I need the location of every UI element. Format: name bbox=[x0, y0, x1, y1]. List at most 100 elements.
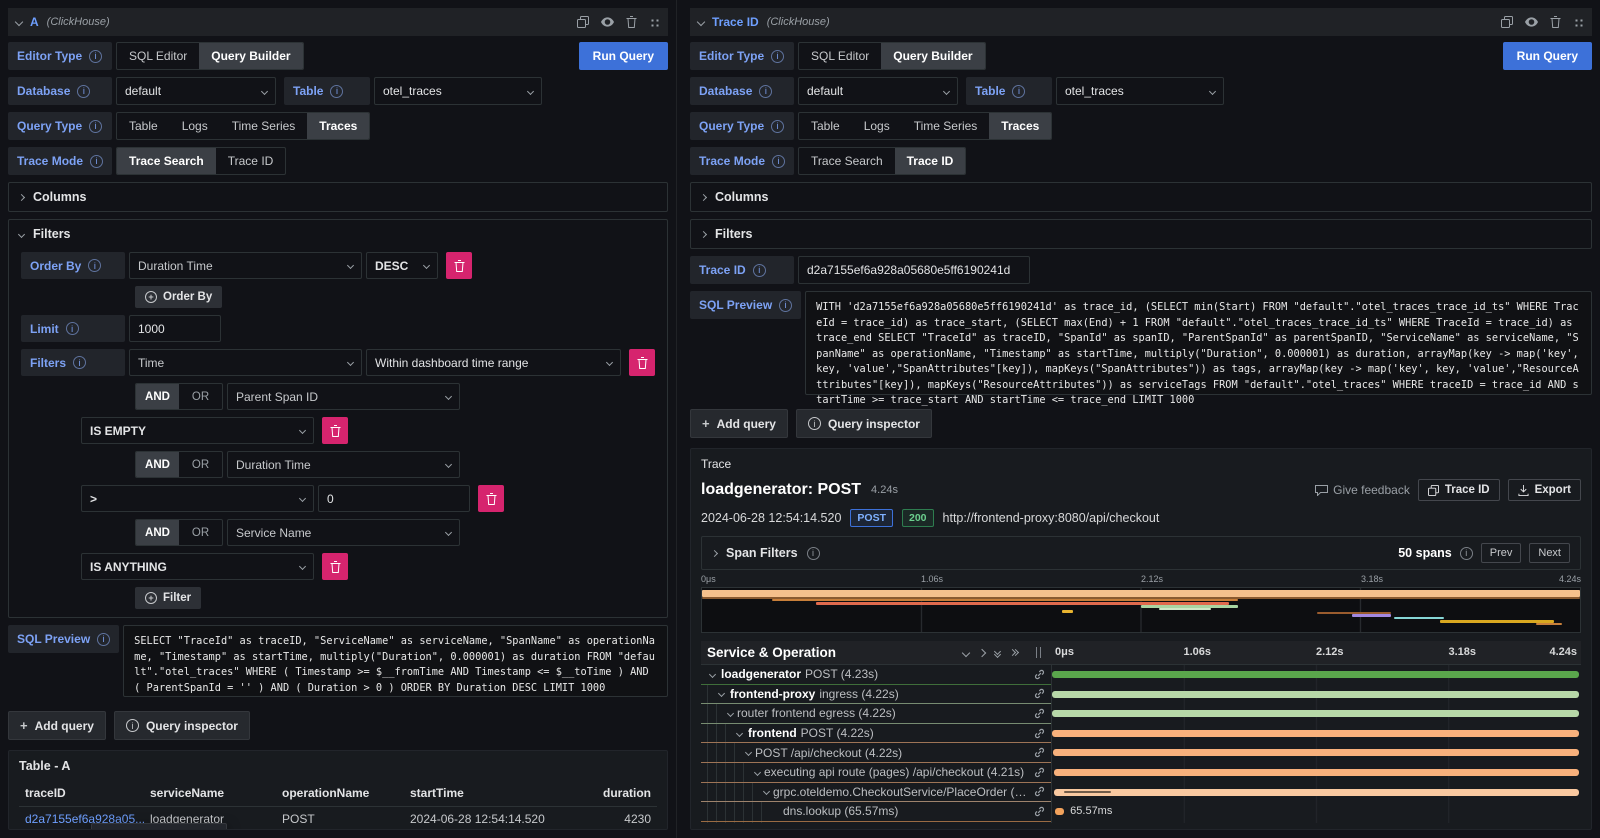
query-builder-option[interactable]: Query Builder bbox=[881, 43, 984, 69]
logic-or[interactable]: OR bbox=[179, 452, 222, 477]
filters-toggle[interactable]: Filters bbox=[701, 226, 1581, 242]
span-name-cell[interactable]: loadgeneratorPOST (4.23s) bbox=[701, 665, 1051, 685]
span-filters-label[interactable]: Span Filters bbox=[726, 546, 798, 560]
info-icon[interactable]: i bbox=[89, 120, 102, 133]
span-row[interactable]: loadgeneratorPOST (4.23s) bbox=[701, 665, 1581, 685]
chevron-down-icon[interactable] bbox=[763, 788, 770, 795]
span-duration-bar[interactable] bbox=[1052, 710, 1579, 717]
filter-operator-select[interactable]: > bbox=[81, 485, 314, 512]
sql-editor-option[interactable]: SQL Editor bbox=[799, 43, 881, 69]
span-name-cell[interactable]: dns.lookup (65.57ms) bbox=[701, 802, 1051, 822]
span-link-icon[interactable] bbox=[1033, 785, 1046, 798]
run-query-button[interactable]: Run Query bbox=[579, 42, 668, 70]
query-type-logs[interactable]: Logs bbox=[170, 113, 220, 139]
query-type-table[interactable]: Table bbox=[117, 113, 170, 139]
logic-and[interactable]: AND bbox=[136, 520, 179, 545]
span-name-cell[interactable]: grpc.oteldemo.CheckoutService/PlaceOrder… bbox=[701, 783, 1051, 803]
filter-operator-select[interactable]: IS EMPTY bbox=[81, 417, 314, 444]
span-link-icon[interactable] bbox=[1033, 746, 1046, 759]
query-type-traces[interactable]: Traces bbox=[307, 113, 369, 139]
info-icon[interactable]: i bbox=[807, 547, 820, 560]
give-feedback-link[interactable]: Give feedback bbox=[1315, 483, 1410, 497]
trace-id-option[interactable]: Trace ID bbox=[216, 148, 286, 174]
columns-toggle[interactable]: Columns bbox=[19, 189, 657, 205]
logic-or[interactable]: OR bbox=[179, 384, 222, 409]
span-duration-bar[interactable] bbox=[1055, 808, 1065, 815]
chevron-down-icon[interactable] bbox=[736, 730, 743, 737]
filter-time-value-select[interactable]: Within dashboard time range bbox=[366, 349, 621, 376]
next-button[interactable]: Next bbox=[1529, 543, 1570, 563]
span-duration-bar[interactable] bbox=[1054, 769, 1580, 776]
trace-search-option[interactable]: Trace Search bbox=[117, 148, 216, 174]
column-resize-handle[interactable] bbox=[1036, 647, 1041, 658]
filter-value-input[interactable] bbox=[318, 485, 470, 512]
eye-icon[interactable] bbox=[1525, 17, 1538, 27]
drag-handle-icon[interactable] bbox=[1573, 17, 1584, 28]
span-name-cell[interactable]: executing api route (pages) /api/checkou… bbox=[701, 763, 1051, 783]
info-icon[interactable]: i bbox=[330, 85, 343, 98]
span-row[interactable]: grpc.oteldemo.CheckoutService/PlaceOrder… bbox=[701, 783, 1581, 803]
span-row[interactable]: dns.lookup (65.57ms)65.57ms bbox=[701, 802, 1581, 822]
span-link-icon[interactable] bbox=[1033, 805, 1046, 818]
span-gantt-cell[interactable] bbox=[1051, 685, 1581, 705]
info-icon[interactable]: i bbox=[73, 356, 86, 369]
order-by-field-select[interactable]: Duration Time bbox=[129, 252, 362, 279]
chevron-down-icon[interactable] bbox=[718, 690, 725, 697]
column-header-serviceName[interactable]: serviceName bbox=[150, 786, 282, 800]
drag-handle-icon[interactable] bbox=[649, 17, 660, 28]
span-link-icon[interactable] bbox=[1033, 707, 1046, 720]
span-row[interactable]: frontend-proxyingress (4.22s) bbox=[701, 685, 1581, 705]
column-header-operationName[interactable]: operationName bbox=[282, 786, 410, 800]
chevron-down-icon[interactable] bbox=[745, 749, 752, 756]
span-gantt-cell[interactable] bbox=[1051, 665, 1581, 685]
info-icon[interactable]: i bbox=[1460, 547, 1473, 560]
limit-input[interactable] bbox=[129, 315, 221, 342]
span-gantt-cell[interactable]: 20.09ms bbox=[1051, 822, 1581, 823]
query-type-timeseries[interactable]: Time Series bbox=[220, 113, 308, 139]
chevron-down-icon[interactable] bbox=[754, 769, 761, 776]
span-link-icon[interactable] bbox=[1033, 727, 1046, 740]
info-icon[interactable]: i bbox=[771, 50, 784, 63]
span-name-cell[interactable]: frontend-proxyingress (4.22s) bbox=[701, 685, 1051, 705]
column-header-startTime[interactable]: startTime bbox=[410, 786, 580, 800]
span-duration-bar[interactable] bbox=[1053, 749, 1579, 756]
span-gantt-cell[interactable] bbox=[1051, 763, 1581, 783]
info-icon[interactable]: i bbox=[1012, 85, 1025, 98]
table-select[interactable]: otel_traces bbox=[374, 77, 542, 105]
chevron-down-icon[interactable] bbox=[709, 671, 716, 678]
collapse-all-icon[interactable] bbox=[995, 649, 1000, 657]
span-gantt-cell[interactable]: 65.57ms bbox=[1051, 802, 1581, 822]
span-link-icon[interactable] bbox=[1033, 668, 1046, 681]
add-filter-button[interactable]: +Filter bbox=[135, 587, 201, 609]
and-or-toggle[interactable]: ANDOR bbox=[135, 519, 223, 546]
column-header-traceID[interactable]: traceID bbox=[25, 786, 150, 800]
expand-one-icon[interactable] bbox=[978, 648, 986, 656]
span-duration-bar[interactable] bbox=[1052, 671, 1579, 678]
trash-icon[interactable] bbox=[626, 16, 637, 28]
and-or-toggle[interactable]: ANDOR bbox=[135, 383, 223, 410]
remove-filter-button[interactable] bbox=[322, 417, 348, 444]
expand-all-icon[interactable] bbox=[1010, 650, 1018, 655]
panel-trace-header[interactable]: Trace ID (ClickHouse) bbox=[690, 8, 1592, 36]
order-by-direction-select[interactable]: DESC bbox=[366, 252, 438, 279]
filter-field-select[interactable]: Service Name bbox=[227, 519, 460, 546]
info-icon[interactable]: i bbox=[771, 120, 784, 133]
span-row[interactable]: router frontend egress (4.22s) bbox=[701, 704, 1581, 724]
span-gantt-cell[interactable] bbox=[1051, 743, 1581, 763]
span-name-cell[interactable]: tcp.connect (20.09ms) bbox=[701, 822, 1051, 823]
prev-button[interactable]: Prev bbox=[1481, 543, 1522, 563]
trace-id-button[interactable]: Trace ID bbox=[1418, 479, 1500, 501]
span-gantt-cell[interactable] bbox=[1051, 783, 1581, 803]
logic-and[interactable]: AND bbox=[136, 384, 179, 409]
collapse-chevron-icon[interactable] bbox=[15, 18, 23, 26]
collapse-one-icon[interactable] bbox=[962, 648, 970, 656]
query-type-logs[interactable]: Logs bbox=[852, 113, 902, 139]
add-order-by-button[interactable]: +Order By bbox=[135, 286, 222, 308]
span-name-cell[interactable]: router frontend egress (4.22s) bbox=[701, 704, 1051, 724]
eye-icon[interactable] bbox=[601, 17, 614, 27]
remove-time-filter-button[interactable] bbox=[629, 349, 655, 376]
span-row[interactable]: executing api route (pages) /api/checkou… bbox=[701, 763, 1581, 783]
database-select[interactable]: default bbox=[116, 77, 276, 105]
database-select[interactable]: default bbox=[798, 77, 958, 105]
logic-and[interactable]: AND bbox=[136, 452, 179, 477]
